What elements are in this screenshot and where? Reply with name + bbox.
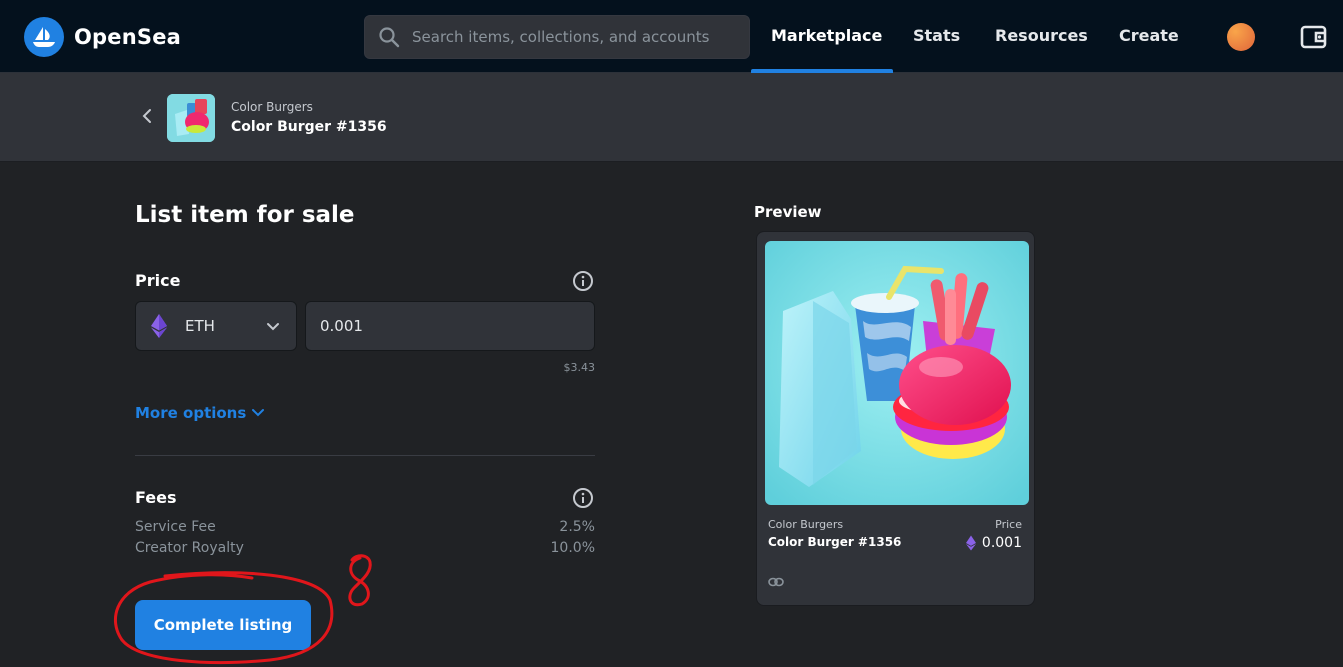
price-amount-field[interactable]	[305, 301, 595, 351]
card-item-name: Color Burger #1356	[768, 535, 902, 549]
chain-icon	[768, 577, 784, 587]
chevron-down-icon	[267, 323, 279, 331]
brand-name: OpenSea	[74, 25, 182, 49]
item-header: Color Burgers Color Burger #1356	[0, 73, 1343, 162]
eth-icon	[151, 314, 167, 338]
preview-heading: Preview	[754, 203, 822, 221]
fee-name: Service Fee	[135, 519, 216, 535]
card-price-value: 0.001	[981, 535, 1022, 551]
fee-row-royalty: Creator Royalty 10.0%	[135, 540, 595, 556]
chevron-down-icon	[252, 409, 265, 417]
currency-select[interactable]: ETH	[135, 301, 297, 351]
card-price-label: Price	[995, 518, 1022, 531]
fee-name: Creator Royalty	[135, 540, 244, 556]
more-options-toggle[interactable]: More options	[135, 404, 265, 422]
nav-create[interactable]: Create	[1119, 26, 1179, 45]
collection-name[interactable]: Color Burgers	[231, 100, 313, 114]
usd-value: $3.43	[563, 361, 596, 374]
nav-resources[interactable]: Resources	[995, 26, 1088, 45]
wallet-icon[interactable]	[1299, 22, 1329, 52]
back-chevron-icon[interactable]	[138, 105, 156, 127]
fee-value: 2.5%	[559, 519, 595, 535]
fees-info-icon[interactable]	[572, 487, 594, 509]
search-bar[interactable]	[364, 15, 750, 59]
preview-card[interactable]: Color Burgers Color Burger #1356 Price 0…	[756, 231, 1035, 606]
fees-label: Fees	[135, 488, 177, 507]
nav-stats[interactable]: Stats	[913, 26, 960, 45]
currency-symbol: ETH	[185, 317, 215, 335]
search-icon	[379, 27, 400, 48]
opensea-logo[interactable]: OpenSea	[24, 17, 181, 57]
fee-row-service: Service Fee 2.5%	[135, 519, 595, 535]
section-divider	[135, 455, 595, 456]
complete-listing-button[interactable]: Complete listing	[135, 600, 311, 650]
more-options-label: More options	[135, 404, 247, 422]
card-price: 0.001	[965, 535, 1022, 551]
card-collection-name: Color Burgers	[768, 518, 844, 531]
nav-marketplace[interactable]: Marketplace	[771, 26, 882, 45]
page-title: List item for sale	[135, 202, 355, 228]
price-info-icon[interactable]	[572, 270, 594, 292]
price-label: Price	[135, 271, 181, 290]
item-thumbnail	[167, 94, 215, 142]
top-nav: OpenSea Marketplace Stats Resources Crea…	[0, 0, 1343, 73]
eth-icon	[965, 535, 976, 551]
price-amount-input[interactable]	[306, 302, 594, 350]
fee-value: 10.0%	[550, 540, 595, 556]
item-name: Color Burger #1356	[231, 119, 387, 135]
opensea-boat-icon	[24, 17, 64, 57]
item-artwork	[765, 241, 1029, 505]
search-input[interactable]	[412, 28, 732, 46]
profile-avatar[interactable]	[1227, 23, 1255, 51]
